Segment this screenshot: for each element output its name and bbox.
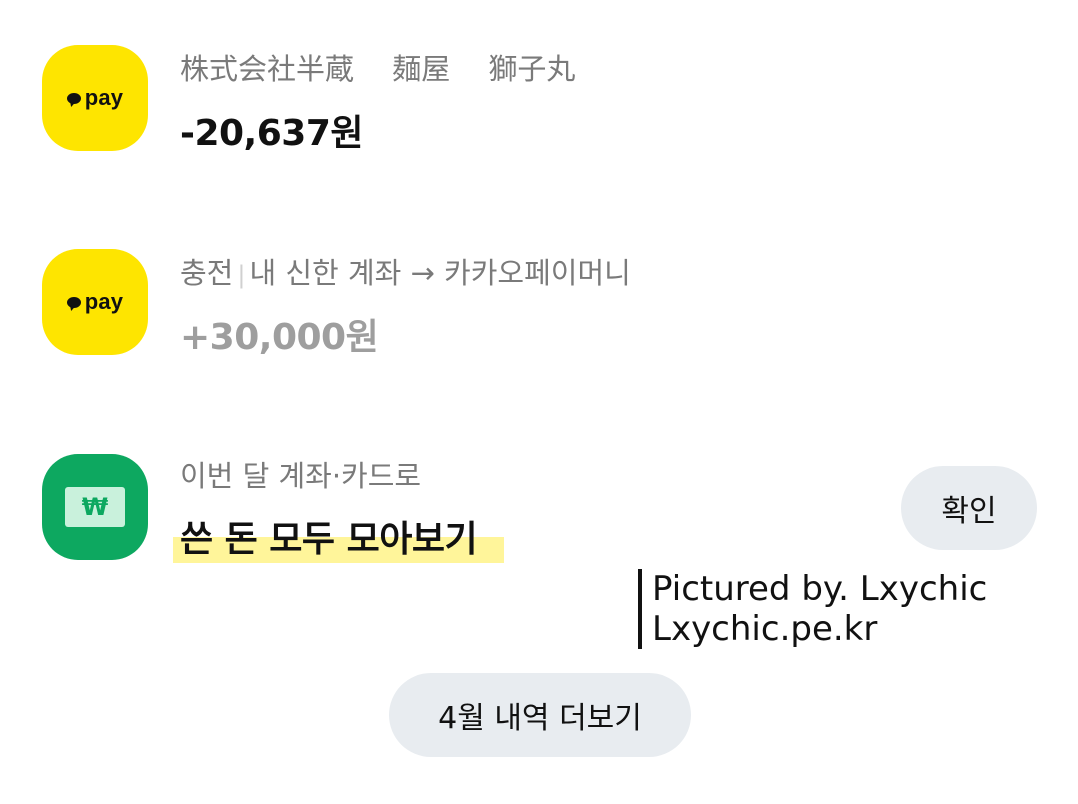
confirm-button[interactable]: 확인	[901, 466, 1037, 550]
watermark-line-1: Pictured by. Lxychic	[652, 569, 988, 609]
transaction-merchant: 株式会社半蔵 麺屋 獅子丸	[180, 52, 576, 86]
transaction-category: 충전	[180, 256, 234, 290]
won-card-icon: ₩	[42, 454, 148, 560]
promo-title: 쓴 돈 모두 모아보기	[180, 519, 478, 560]
promo-subtitle: 이번 달 계좌·카드로	[180, 459, 422, 493]
speech-bubble-icon	[66, 296, 81, 308]
divider: |	[237, 261, 246, 289]
transaction-amount: -20,637원	[180, 113, 363, 154]
transaction-description: 충전 | 내 신한 계좌 → 카카오페이머니	[180, 250, 631, 292]
pay-logo-text: pay	[84, 85, 124, 110]
transaction-amount: +30,000원	[180, 317, 379, 358]
watermark-line-2: Lxychic.pe.kr	[652, 609, 878, 649]
speech-bubble-icon	[66, 92, 81, 104]
kakaopay-icon: pay	[42, 249, 148, 355]
pay-logo-text: pay	[84, 289, 124, 314]
load-more-button[interactable]: 4월 내역 더보기	[389, 673, 691, 757]
won-sign-icon: ₩	[81, 493, 109, 521]
kakaopay-icon: pay	[42, 45, 148, 151]
transaction-detail: 내 신한 계좌 → 카카오페이머니	[249, 256, 631, 290]
watermark: Pictured by. Lxychic Lxychic.pe.kr	[638, 569, 987, 649]
